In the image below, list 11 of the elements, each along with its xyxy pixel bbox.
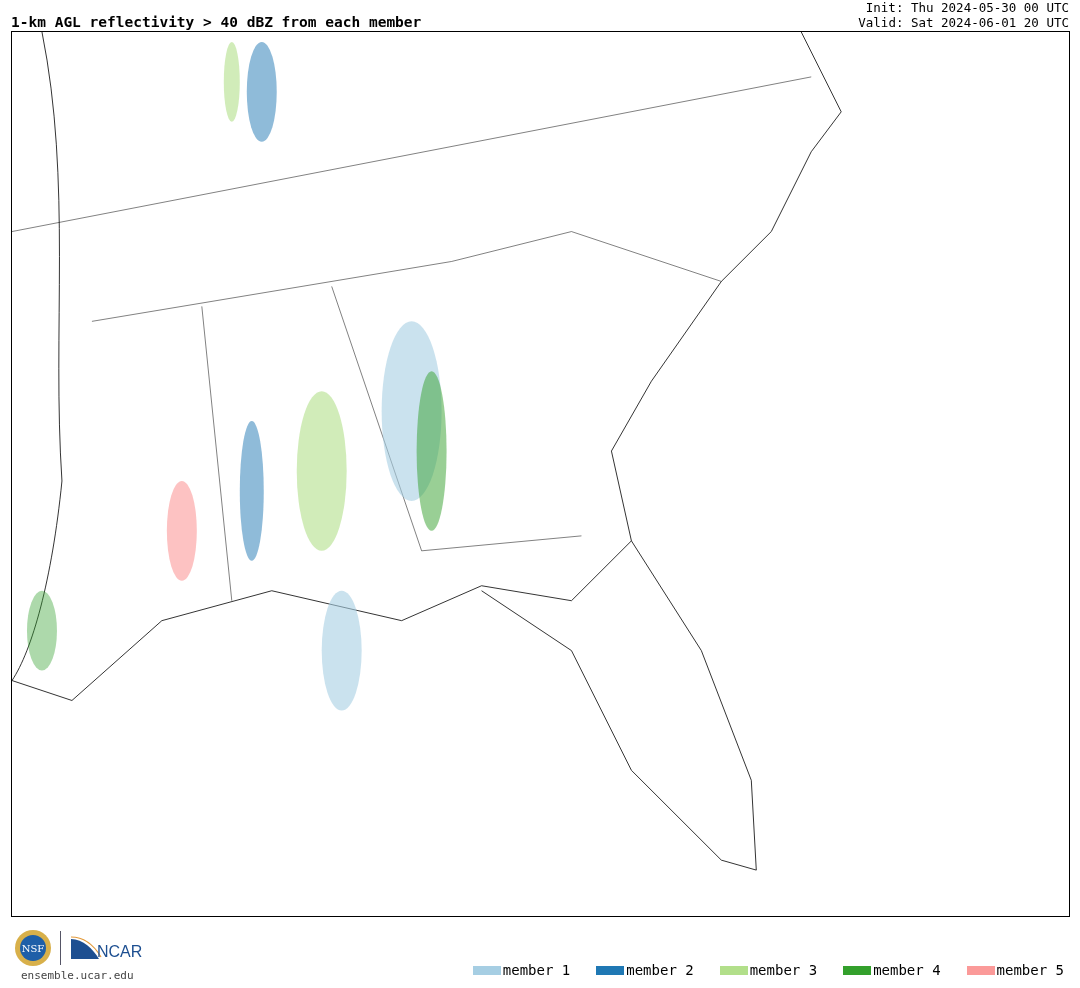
legend-label: member 2 bbox=[626, 962, 694, 978]
site-url: ensemble.ucar.edu bbox=[21, 969, 135, 982]
chart-title: 1-km AGL reflectivity > 40 dBZ from each member bbox=[11, 14, 422, 30]
nsf-logo: NSF bbox=[14, 929, 52, 967]
valid-time: Valid: Sat 2024-06-01 20 UTC bbox=[858, 15, 1069, 30]
ncar-logo: NCAR bbox=[69, 935, 145, 961]
legend-label: member 1 bbox=[502, 962, 571, 978]
legend-label: member 3 bbox=[749, 962, 818, 978]
legend-label: member 4 bbox=[873, 962, 941, 978]
legend-label: member 5 bbox=[996, 962, 1064, 978]
init-time: Init: Thu 2024-05-30 00 UTC bbox=[865, 0, 1069, 15]
